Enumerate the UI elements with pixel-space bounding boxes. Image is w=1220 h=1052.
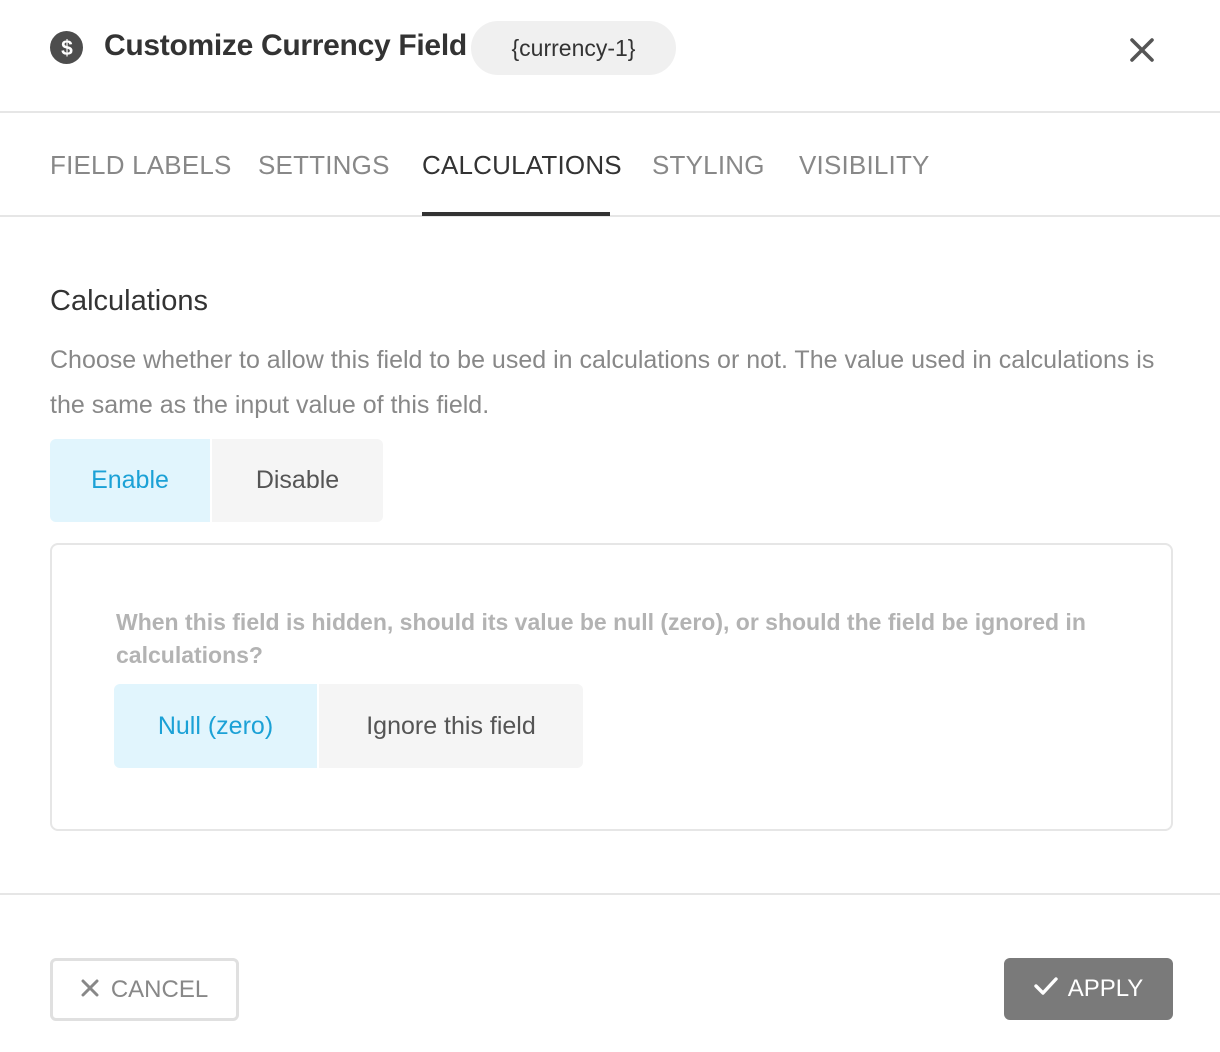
section-title: Calculations [50, 285, 208, 317]
enable-button[interactable]: Enable [50, 439, 210, 522]
hidden-behavior-toggle: Null (zero) Ignore this field [114, 684, 583, 768]
footer-divider [0, 893, 1220, 895]
section-description: Choose whether to allow this field to be… [50, 346, 1155, 419]
close-icon [81, 976, 99, 1004]
tab-visibility[interactable]: VISIBILITY [799, 150, 930, 181]
disable-button[interactable]: Disable [212, 439, 383, 522]
close-icon[interactable] [1124, 32, 1160, 68]
cancel-label: CANCEL [110, 975, 209, 1003]
tab-settings[interactable]: SETTINGS [258, 150, 390, 181]
checkmark-icon [1033, 975, 1058, 1003]
modal-header: $ Customize Currency Field {currency-1} [0, 0, 1220, 113]
apply-button[interactable]: APPLY [1004, 958, 1173, 1020]
tab-bar: FIELD LABELS SETTINGS CALCULATIONS STYLI… [0, 113, 1220, 217]
cancel-button[interactable]: CANCEL [50, 958, 239, 1021]
null-zero-button[interactable]: Null (zero) [114, 684, 317, 768]
ignore-field-button[interactable]: Ignore this field [319, 684, 583, 768]
tab-styling[interactable]: STYLING [652, 150, 765, 181]
customize-field-modal: $ Customize Currency Field {currency-1} … [0, 0, 1220, 1052]
tab-field-labels[interactable]: FIELD LABELS [50, 150, 232, 181]
field-tag-badge: {currency-1} [471, 21, 676, 75]
modal-title: Customize Currency Field [104, 29, 467, 62]
apply-label: APPLY [1067, 975, 1144, 1002]
hidden-behavior-panel: When this field is hidden, should its va… [50, 543, 1173, 831]
active-tab-indicator [422, 212, 610, 216]
dollar-icon: $ [50, 31, 83, 64]
hidden-behavior-question: When this field is hidden, should its va… [116, 609, 1086, 668]
tab-calculations[interactable]: CALCULATIONS [422, 150, 622, 181]
svg-text:$: $ [61, 37, 73, 60]
calculations-toggle: Enable Disable [50, 439, 383, 522]
